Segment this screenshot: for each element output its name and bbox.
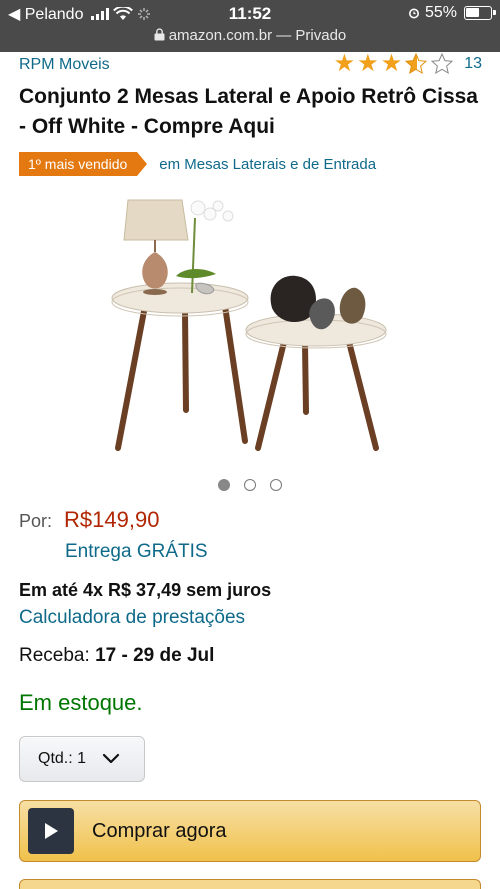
installments-text: Em até 4x R$ 37,49 sem juros [19,580,272,600]
installment-calculator-link[interactable]: Calculadora de prestações [19,607,245,629]
image-pagination[interactable] [0,479,500,491]
buy-now-button[interactable]: Comprar agora [19,800,481,862]
lock-icon [154,28,165,41]
delivery-dates: 17 - 29 de Jul [95,645,215,666]
star-icon: ★ [380,50,403,77]
empty-star-icon [431,52,454,75]
pagination-dot[interactable] [270,479,282,491]
delivery-estimate: Receba: 17 - 29 de Jul [19,645,214,667]
chevron-down-icon [102,753,120,764]
best-seller-row: 1º mais vendido em Mesas Laterais e de E… [19,152,376,176]
price-row: Por: R$149,90 [19,507,159,533]
half-star-icon [405,52,428,75]
url-text: amazon.com.br — Privado [168,27,347,44]
best-seller-badge: 1º mais vendido [19,152,148,176]
pagination-dot[interactable] [244,479,256,491]
product-image[interactable] [100,188,400,458]
quantity-label: Qtd.: 1 [38,750,87,767]
buy-now-label: Comprar agora [92,819,227,842]
battery-percent: 55% [424,4,457,21]
play-icon [28,808,74,854]
alarm-icon [408,8,419,19]
rating[interactable]: ★ ★ ★ 13 [334,52,482,76]
status-bar: ◀ Pelando 11:52 55% amazon.com.br — Priv… [0,0,500,52]
free-shipping-link[interactable]: Entrega GRÁTIS [65,541,208,563]
delivery-label: Receba: [19,645,90,666]
price-label: Por: [19,511,53,531]
product-title: Conjunto 2 Mesas Lateral e Apoio Retrô C… [19,85,478,138]
brand-link[interactable]: RPM Moveis [19,56,110,74]
stock-status: Em estoque. [19,690,143,715]
star-icon: ★ [333,50,356,77]
add-to-cart-button[interactable] [19,879,481,889]
rating-count[interactable]: 13 [464,55,482,73]
price-value: R$149,90 [64,507,160,532]
product-image-illustration [111,199,387,451]
status-right: 55% [407,4,496,22]
pagination-dot[interactable] [218,479,230,491]
quantity-select[interactable]: Qtd.: 1 [19,736,145,782]
battery-icon [464,6,496,20]
best-seller-category-link[interactable]: em Mesas Laterais e de Entrada [159,156,376,173]
address-bar[interactable]: amazon.com.br — Privado [0,27,500,44]
star-icon: ★ [357,50,379,77]
